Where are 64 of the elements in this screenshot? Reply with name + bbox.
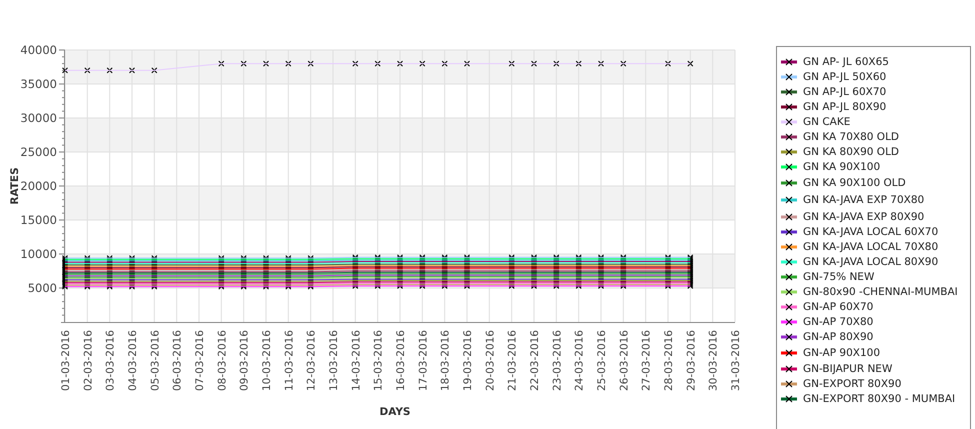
x-axis-title: DAYS bbox=[380, 406, 410, 418]
legend-label: GN KA-JAVA LOCAL 70X80 bbox=[803, 240, 938, 252]
legend-label: GN KA-JAVA EXP 80X90 bbox=[803, 210, 924, 222]
x-tick-label: 02-03-2016 bbox=[82, 330, 94, 392]
legend-label: GN KA-JAVA EXP 70X80 bbox=[803, 194, 924, 206]
x-tick-label: 18-03-2016 bbox=[440, 330, 452, 392]
x-tick-label: 23-03-2016 bbox=[551, 330, 564, 392]
legend-label: GN KA 90X100 bbox=[803, 160, 880, 172]
legend-label: GN AP-JL 50X60 bbox=[803, 70, 886, 82]
x-tick-label: 19-03-2016 bbox=[462, 330, 474, 392]
legend-label: GN AP-JL 60X70 bbox=[803, 86, 886, 98]
y-axis-title: RATES bbox=[9, 167, 21, 205]
legend-label: GN KA 90X100 OLD bbox=[803, 176, 906, 189]
x-tick-label: 24-03-2016 bbox=[574, 330, 586, 392]
y-tick-label: 10000 bbox=[20, 247, 57, 261]
legend-label: GN-80x90 -CHENNAI-MUMBAI bbox=[803, 286, 958, 298]
x-tick-label: 28-03-2016 bbox=[663, 330, 675, 392]
y-tick-label: 30000 bbox=[20, 111, 57, 125]
legend-label: GN-BIJAPUR NEW bbox=[803, 363, 892, 375]
legend-label: GN-AP 80X90 bbox=[803, 330, 874, 342]
x-tick-label: 16-03-2016 bbox=[395, 330, 407, 392]
y-tick-label: 25000 bbox=[20, 145, 57, 159]
legend-label: GN KA 70X80 OLD bbox=[803, 130, 900, 142]
x-tick-label: 09-03-2016 bbox=[238, 330, 251, 392]
y-tick-label: 5000 bbox=[28, 281, 57, 295]
legend-label: GN-EXPORT 80X90 - MUMBAI bbox=[803, 393, 956, 405]
x-tick-label: 25-03-2016 bbox=[596, 330, 608, 392]
x-tick-label: 03-03-2016 bbox=[104, 330, 117, 392]
legend-label: GN KA-JAVA LOCAL 60X70 bbox=[803, 226, 938, 238]
x-tick-label: 31-03-2016 bbox=[730, 330, 742, 392]
x-tick-label: 10-03-2016 bbox=[261, 330, 273, 392]
legend-label: GN KA-JAVA LOCAL 80X90 bbox=[803, 256, 938, 268]
x-tick-label: 20-03-2016 bbox=[484, 330, 496, 392]
x-tick-label: 11-03-2016 bbox=[283, 330, 296, 392]
x-tick-label: 05-03-2016 bbox=[149, 330, 162, 392]
y-tick-label: 15000 bbox=[20, 213, 57, 227]
x-tick-label: 26-03-2016 bbox=[618, 330, 630, 392]
x-tick-label: 22-03-2016 bbox=[529, 330, 541, 392]
legend-label: GN-AP 60X70 bbox=[803, 300, 874, 312]
x-tick-label: 01-03-2016 bbox=[60, 330, 72, 392]
legend-label: GN-EXPORT 80X90 bbox=[803, 378, 902, 390]
legend-label: GN-75% NEW bbox=[803, 270, 874, 282]
x-tick-label: 06-03-2016 bbox=[172, 330, 184, 392]
legend-label: GN AP-JL 80X90 bbox=[803, 100, 886, 112]
x-tick-label: 14-03-2016 bbox=[350, 330, 362, 392]
y-tick-label: 40000 bbox=[20, 43, 57, 57]
legend-label: GN KA 80X90 OLD bbox=[803, 146, 900, 158]
x-tick-label: 04-03-2016 bbox=[127, 330, 139, 392]
x-tick-label: 15-03-2016 bbox=[372, 330, 385, 392]
legend-label: GN AP- JL 60X65 bbox=[803, 56, 889, 68]
x-tick-label: 07-03-2016 bbox=[194, 330, 206, 392]
x-tick-label: 08-03-2016 bbox=[216, 330, 228, 392]
x-tick-label: 30-03-2016 bbox=[708, 330, 720, 392]
x-tick-label: 29-03-2016 bbox=[685, 330, 698, 392]
x-tick-label: 12-03-2016 bbox=[306, 330, 318, 392]
legend-label: GN CAKE bbox=[803, 116, 850, 128]
y-tick-label: 35000 bbox=[20, 77, 57, 91]
legend-label: GN-AP 90X100 bbox=[803, 346, 880, 359]
legend-label: GN-AP 70X80 bbox=[803, 316, 874, 328]
x-tick-label: 21-03-2016 bbox=[506, 330, 519, 392]
x-tick-label: 17-03-2016 bbox=[417, 330, 430, 392]
y-tick-label: 20000 bbox=[20, 179, 57, 193]
x-tick-label: 27-03-2016 bbox=[640, 330, 653, 392]
x-tick-label: 13-03-2016 bbox=[328, 330, 340, 392]
